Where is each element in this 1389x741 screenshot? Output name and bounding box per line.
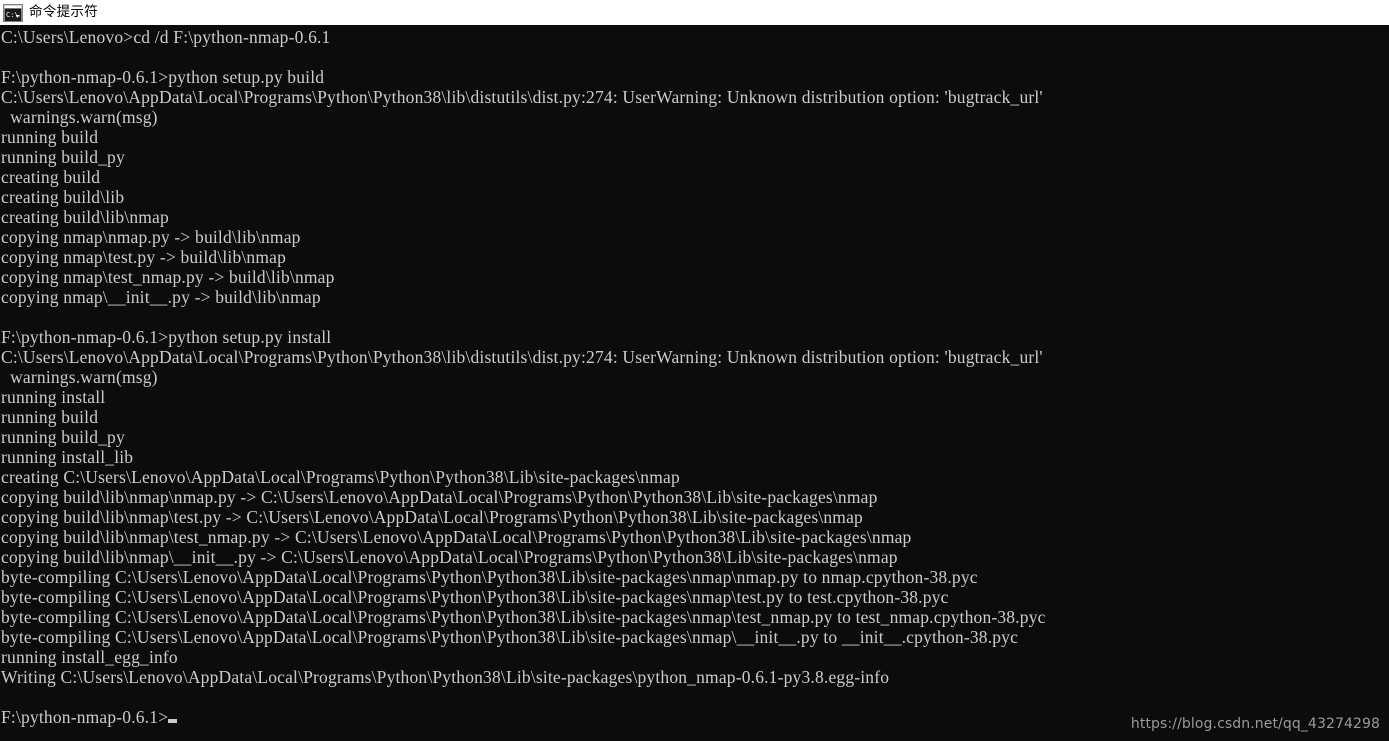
- cursor-block: [168, 719, 178, 723]
- console-line: warnings.warn(msg): [1, 107, 158, 127]
- console-line: copying nmap\test.py -> build\lib\nmap: [1, 247, 287, 267]
- console-line: running install_egg_info: [1, 647, 178, 667]
- console-line: warnings.warn(msg): [1, 367, 158, 387]
- console-line: creating build\lib\nmap: [1, 207, 169, 227]
- console-line: running install_lib: [1, 447, 134, 467]
- console-line: byte-compiling C:\Users\Lenovo\AppData\L…: [1, 607, 1046, 627]
- console-line: byte-compiling C:\Users\Lenovo\AppData\L…: [1, 587, 949, 607]
- console-line: copying nmap\__init__.py -> build\lib\nm…: [1, 287, 321, 307]
- console-line: copying nmap\nmap.py -> build\lib\nmap: [1, 227, 301, 247]
- window-title: 命令提示符: [29, 4, 98, 20]
- console-line: byte-compiling C:\Users\Lenovo\AppData\L…: [1, 627, 1019, 647]
- console-line: copying build\lib\nmap\__init__.py -> C:…: [1, 547, 898, 567]
- console-line: C:\Users\Lenovo\AppData\Local\Programs\P…: [1, 87, 1043, 107]
- command-prompt-icon: C:\: [3, 3, 23, 22]
- prompt-text: F:\python-nmap-0.6.1>: [1, 707, 169, 727]
- console-line: copying nmap\test_nmap.py -> build\lib\n…: [1, 267, 335, 287]
- console-line: copying build\lib\nmap\test.py -> C:\Use…: [1, 507, 863, 527]
- console-line: C:\Users\Lenovo>cd /d F:\python-nmap-0.6…: [1, 27, 331, 47]
- console-line: running build_py: [1, 147, 125, 167]
- console-line: copying build\lib\nmap\nmap.py -> C:\Use…: [1, 487, 878, 507]
- console-line: running install: [1, 387, 106, 407]
- command-prompt-window: C:\ 命令提示符 C:\Users\Lenovo>cd /d F:\pytho…: [0, 0, 1389, 741]
- console-line: running build: [1, 127, 99, 147]
- console-line: byte-compiling C:\Users\Lenovo\AppData\L…: [1, 567, 978, 587]
- title-bar[interactable]: C:\ 命令提示符: [0, 0, 1389, 25]
- console-line: C:\Users\Lenovo\AppData\Local\Programs\P…: [1, 347, 1043, 367]
- console-line: Writing C:\Users\Lenovo\AppData\Local\Pr…: [1, 667, 890, 687]
- console-line: creating build\lib: [1, 187, 125, 207]
- console-output: C:\Users\Lenovo>cd /d F:\python-nmap-0.6…: [0, 27, 1389, 707]
- console-line: running build_py: [1, 427, 125, 447]
- console-line: creating build: [1, 167, 101, 187]
- console-line: creating C:\Users\Lenovo\AppData\Local\P…: [1, 467, 680, 487]
- watermark-url: https://blog.csdn.net/qq_43274298: [1130, 716, 1380, 732]
- console-line: F:\python-nmap-0.6.1>python setup.py bui…: [1, 67, 325, 87]
- console-line: copying build\lib\nmap\test_nmap.py -> C…: [1, 527, 912, 547]
- console-line: F:\python-nmap-0.6.1>python setup.py ins…: [1, 327, 332, 347]
- console-line: running build: [1, 407, 99, 427]
- console-screen[interactable]: C:\Users\Lenovo>cd /d F:\python-nmap-0.6…: [0, 25, 1389, 741]
